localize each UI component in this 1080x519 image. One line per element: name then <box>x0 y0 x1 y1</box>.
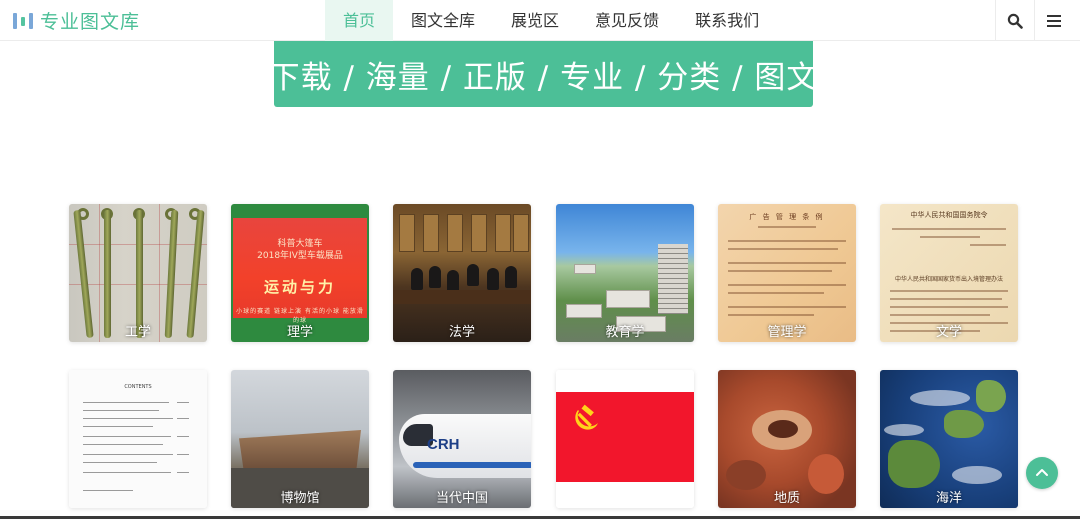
category-tile-literature[interactable]: 中华人民共和国国务院令 中华人民共和国国家货币出入境管理办法 文学 <box>880 204 1018 342</box>
top-header: 专业图文库 首页 图文全库 展览区 意见反馈 联系我们 <box>0 0 1080 41</box>
nav-item-exhibition[interactable]: 展览区 <box>493 0 577 41</box>
category-label: 教育学 <box>605 325 645 340</box>
category-tile-engineering[interactable]: 工学 <box>69 204 207 342</box>
banner-text: 下载 / 海量 / 正版 / 专业 / 分类 / 图文 <box>268 59 819 96</box>
main-nav: 首页 图文全库 展览区 意见反馈 联系我们 <box>325 0 777 41</box>
logo-text: 专业图文库 <box>40 11 141 33</box>
logo-icon <box>12 11 34 31</box>
category-tile-museum[interactable]: 博物馆 <box>231 370 369 508</box>
chevron-up-icon <box>1036 469 1048 476</box>
nav-item-library[interactable]: 图文全库 <box>393 0 493 41</box>
menu-button[interactable] <box>1034 0 1072 41</box>
back-to-top-button[interactable] <box>1026 457 1058 489</box>
category-label: 当代中国 <box>435 491 488 506</box>
category-label: 海洋 <box>935 491 962 506</box>
menu-icon <box>1046 14 1061 27</box>
category-tile-science[interactable]: 科普大篷车 2018年IV型车载展品 运动与力 小球的赛道 链球上演 有活的小球… <box>231 204 369 342</box>
category-label: 博物馆 <box>280 491 320 506</box>
nav-item-home[interactable]: 首页 <box>325 0 394 41</box>
nav-item-contact[interactable]: 联系我们 <box>677 0 777 41</box>
category-label: 理学 <box>286 325 313 340</box>
category-tile-contemporary-china[interactable]: CRH 当代中国 <box>393 370 531 508</box>
category-tile-documents[interactable]: CONTENTS <box>69 370 207 508</box>
category-tile-management[interactable]: 广 告 管 理 条 例 管理学 <box>718 204 856 342</box>
category-tile-law[interactable]: 法学 <box>393 204 531 342</box>
search-icon <box>1007 13 1023 29</box>
category-label: 工学 <box>124 325 151 340</box>
category-label: 文学 <box>935 325 962 340</box>
hammer-sickle-icon <box>575 404 598 430</box>
hero-banner: 下载 / 海量 / 正版 / 专业 / 分类 / 图文 <box>269 41 817 107</box>
category-image <box>556 370 694 508</box>
category-tile-geology[interactable]: 地质 <box>718 370 856 508</box>
search-button[interactable] <box>995 0 1033 41</box>
category-tile-party-history[interactable] <box>556 370 694 508</box>
nav-item-feedback[interactable]: 意见反馈 <box>577 0 677 41</box>
category-label: 法学 <box>448 325 475 340</box>
site-logo[interactable]: 专业图文库 <box>12 8 140 33</box>
category-label: 管理学 <box>767 325 807 340</box>
category-label: 地质 <box>773 491 800 506</box>
category-tile-education[interactable]: 教育学 <box>556 204 694 342</box>
category-image: CONTENTS <box>69 370 207 508</box>
category-tile-ocean[interactable]: 海洋 <box>880 370 1018 508</box>
